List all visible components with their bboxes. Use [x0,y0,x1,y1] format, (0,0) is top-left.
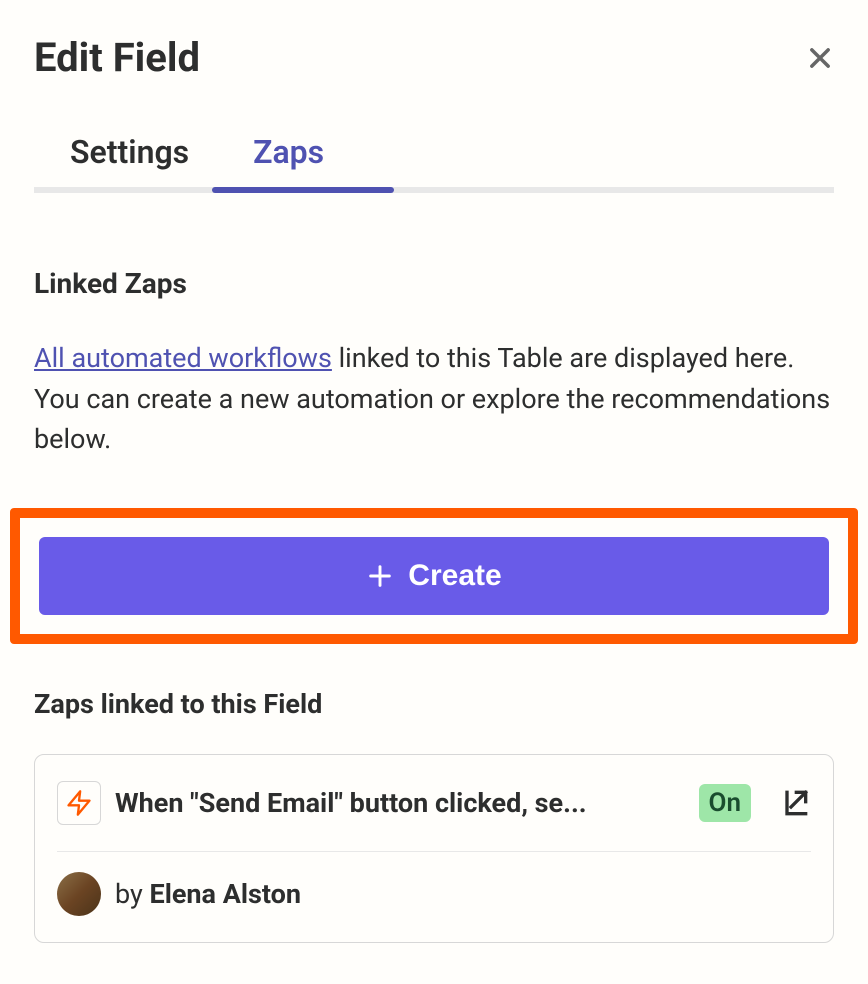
author-row: by Elena Alston [57,851,811,942]
page-title: Edit Field [34,34,200,81]
status-badge: On [699,784,751,822]
zap-row[interactable]: When "Send Email" button clicked, se... … [57,755,811,851]
create-button-label: Create [408,559,501,593]
subsection-heading-field-zaps: Zaps linked to this Field [34,688,834,720]
author-text: by Elena Alston [115,878,301,910]
avatar [57,872,101,916]
section-heading-linked-zaps: Linked Zaps [34,267,834,300]
plus-icon [366,562,394,590]
zap-icon-box [57,781,101,825]
create-button[interactable]: Create [39,537,829,615]
tab-zaps[interactable]: Zaps [253,133,324,187]
author-name: Elena Alston [150,878,302,910]
tab-underline [34,187,834,193]
zap-card: When "Send Email" button clicked, se... … [34,754,834,943]
tab-underline-active [212,187,394,193]
linked-zaps-description: All automated workflows linked to this T… [34,338,834,460]
close-icon[interactable] [806,44,834,72]
zap-title: When "Send Email" button clicked, se... [115,787,685,819]
open-external-icon[interactable] [779,787,811,819]
bolt-icon [65,789,93,817]
author-prefix: by [115,878,150,910]
tab-settings[interactable]: Settings [70,133,189,187]
all-workflows-link[interactable]: All automated workflows [34,342,332,374]
create-highlight-box: Create [10,508,858,644]
